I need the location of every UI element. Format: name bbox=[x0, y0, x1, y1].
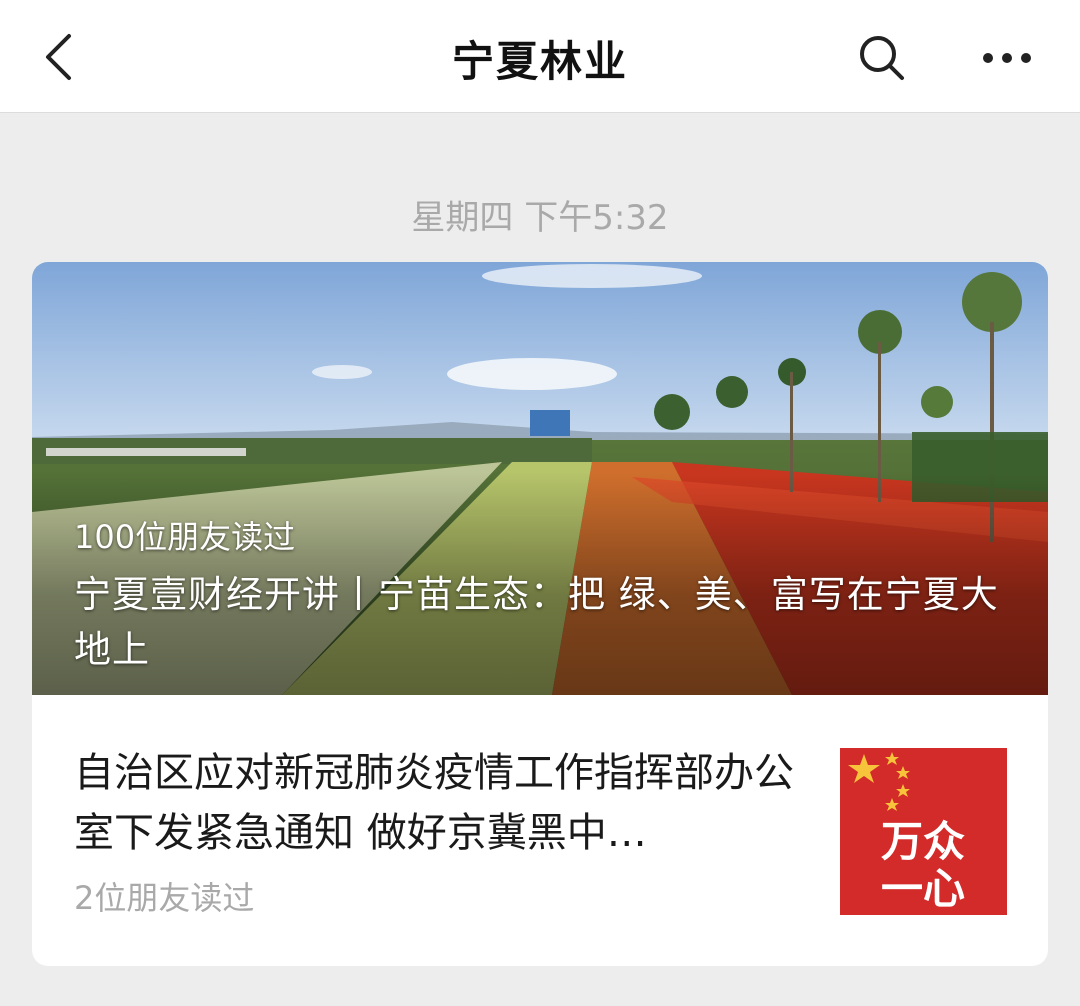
cover-article[interactable]: 100位朋友读过 宁夏壹财经开讲丨宁苗生态：把 绿、美、富写在宁夏大地上 bbox=[32, 262, 1048, 695]
cover-article-title: 宁夏壹财经开讲丨宁苗生态：把 绿、美、富写在宁夏大地上 bbox=[74, 573, 999, 671]
cover-readers-count: 100位朋友读过 bbox=[74, 518, 296, 556]
search-icon bbox=[860, 36, 904, 80]
article-readers-count: 2位朋友读过 bbox=[74, 879, 255, 917]
article-card: 100位朋友读过 宁夏壹财经开讲丨宁苗生态：把 绿、美、富写在宁夏大地上 自治区… bbox=[32, 262, 1048, 966]
thumb-text-line2: 一心 bbox=[881, 864, 965, 913]
message-timestamp: 星期四 下午5:32 bbox=[411, 198, 669, 238]
article-title: 自治区应对新冠肺炎疫情工作指挥部办公室下发紧急通知 做好京冀黑中… bbox=[74, 750, 794, 856]
more-dots-icon bbox=[983, 53, 1031, 63]
account-title: 宁夏林业 bbox=[451, 37, 628, 86]
more-button[interactable] bbox=[970, 28, 1044, 88]
top-nav-bar: 宁夏林业 bbox=[0, 0, 1080, 113]
article-list-item[interactable]: 自治区应对新冠肺炎疫情工作指挥部办公室下发紧急通知 做好京冀黑中… 2位朋友读过… bbox=[32, 695, 1048, 966]
thumb-text: 万众 bbox=[881, 817, 965, 866]
search-button[interactable] bbox=[850, 28, 914, 88]
article-thumbnail: 万众 一心 bbox=[840, 748, 1007, 915]
